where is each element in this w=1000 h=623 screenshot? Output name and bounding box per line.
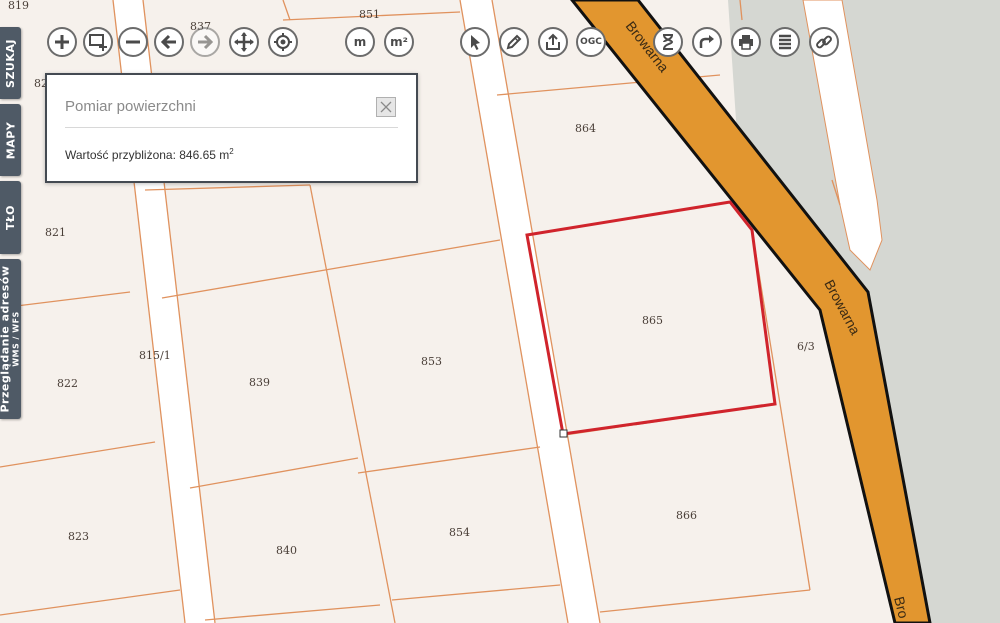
parcel-label-822: 822 bbox=[57, 377, 78, 390]
hourglass-icon bbox=[663, 34, 674, 50]
print-button[interactable] bbox=[731, 27, 761, 57]
forward-arrow-icon bbox=[198, 34, 214, 50]
parcel-label-821: 821 bbox=[45, 226, 66, 239]
parcel-label-819: 819 bbox=[8, 0, 29, 12]
tab-maps-label: MAPY bbox=[4, 121, 17, 159]
parcel-label-865: 865 bbox=[642, 314, 663, 327]
pointer-icon bbox=[471, 35, 480, 50]
parcel-label-866: 866 bbox=[676, 509, 697, 522]
zoom-in-button[interactable] bbox=[47, 27, 77, 57]
zoom-box-icon bbox=[89, 34, 107, 51]
parcel-label-854: 854 bbox=[449, 526, 470, 539]
dialog-title: Pomiar powierzchni bbox=[65, 98, 196, 115]
layers-list-button[interactable] bbox=[770, 27, 800, 57]
tab-search-label: SZUKAJ bbox=[4, 38, 17, 88]
redirect-arrow-icon bbox=[699, 35, 714, 48]
zoom-box-button[interactable] bbox=[83, 27, 113, 57]
link-button[interactable] bbox=[809, 27, 839, 57]
export-button[interactable] bbox=[538, 27, 568, 57]
parcel-label-6-3: 6/3 bbox=[797, 340, 815, 353]
previous-view-button[interactable] bbox=[154, 27, 184, 57]
next-view-button[interactable] bbox=[190, 27, 220, 57]
back-arrow-icon bbox=[160, 34, 176, 50]
tab-services-sub: WMS / WFS bbox=[11, 311, 21, 367]
history-button[interactable] bbox=[653, 27, 683, 57]
measured-area-unit-sup: 2 bbox=[229, 147, 234, 156]
tab-maps[interactable]: MAPY bbox=[0, 104, 21, 176]
share-export-icon bbox=[546, 33, 560, 50]
pencil-icon bbox=[506, 34, 522, 50]
pan-icon bbox=[234, 32, 254, 52]
ogc-button[interactable]: OGC bbox=[576, 27, 606, 57]
measured-area-text: Wartość przybliżona: 846.65 m bbox=[65, 148, 230, 162]
link-icon bbox=[816, 35, 832, 49]
zoom-out-button[interactable] bbox=[118, 27, 148, 57]
parcel-label-853: 853 bbox=[421, 355, 442, 368]
redirect-button[interactable] bbox=[692, 27, 722, 57]
parcel-label-815-1: 815/1 bbox=[139, 349, 171, 362]
measure-area-button[interactable]: m² bbox=[384, 27, 414, 57]
parcel-label-864: 864 bbox=[575, 122, 596, 135]
tab-background-label: TŁO bbox=[4, 204, 17, 231]
parcel-label-840: 840 bbox=[276, 544, 297, 557]
measure-area-dialog: Pomiar powierzchni Wartość przybliżona: … bbox=[45, 73, 418, 183]
measure-length-button[interactable]: m bbox=[345, 27, 375, 57]
measure-length-label: m bbox=[353, 35, 367, 49]
parcel-label-823: 823 bbox=[68, 530, 89, 543]
tab-search[interactable]: SZUKAJ bbox=[0, 27, 21, 99]
pan-button[interactable] bbox=[229, 27, 259, 57]
zoom-in-icon bbox=[55, 35, 69, 49]
select-pointer-button[interactable] bbox=[460, 27, 490, 57]
parcel-label-839: 839 bbox=[249, 376, 270, 389]
dialog-close-button[interactable] bbox=[376, 97, 396, 117]
tab-background[interactable]: TŁO bbox=[0, 181, 21, 254]
vertex-handle[interactable] bbox=[559, 429, 568, 438]
measured-area-value: Wartość przybliżona: 846.65 m2 bbox=[65, 147, 234, 162]
parcel-label-851: 851 bbox=[359, 8, 380, 21]
draw-button[interactable] bbox=[499, 27, 529, 57]
zoom-out-icon bbox=[126, 40, 140, 44]
close-icon bbox=[380, 101, 392, 113]
locate-button[interactable] bbox=[268, 27, 298, 57]
dialog-separator bbox=[65, 127, 398, 128]
layers-list-icon bbox=[779, 34, 791, 50]
tab-services[interactable]: Przeglądanie adresów WMS / WFS bbox=[0, 259, 21, 419]
print-icon bbox=[739, 35, 753, 50]
ogc-icon: OGC bbox=[580, 37, 602, 47]
locate-icon bbox=[274, 33, 292, 51]
tab-services-label: Przeglądanie adresów WMS / WFS bbox=[0, 265, 21, 412]
measure-area-label: m² bbox=[390, 35, 408, 49]
